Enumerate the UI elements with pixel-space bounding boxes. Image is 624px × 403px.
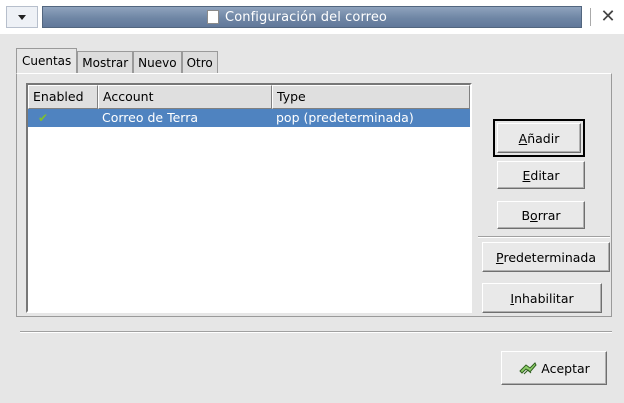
column-header-account[interactable]: Account xyxy=(98,85,272,109)
column-header-type[interactable]: Type xyxy=(272,85,470,109)
handshake-icon xyxy=(518,359,538,377)
column-header-enabled[interactable]: Enabled xyxy=(28,85,98,109)
edit-button-mnemonic: E xyxy=(522,167,531,183)
table-row[interactable]: ✔ Correo de Terra pop (predeterminada) xyxy=(28,109,470,127)
chevron-down-icon xyxy=(18,14,26,20)
window-title: Configuración del correo xyxy=(225,9,387,25)
add-button-mnemonic: A xyxy=(518,130,528,146)
set-default-button-mnemonic: P xyxy=(495,249,504,265)
set-default-button[interactable]: Predeterminada xyxy=(482,242,610,272)
resize-grip xyxy=(590,8,595,26)
accept-button[interactable]: Aceptar xyxy=(501,351,607,385)
account-cell: Correo de Terra xyxy=(102,110,198,125)
delete-button-mnemonic: o xyxy=(530,207,538,223)
add-button-label-suffix: ñadir xyxy=(527,130,560,146)
tab-bar: Cuentas Mostrar Nuevo Otro xyxy=(16,48,218,74)
disable-button-label-suffix: nhabilitar xyxy=(514,290,574,306)
accounts-table[interactable]: Enabled Account Type ✔ Correo de Terra p… xyxy=(26,83,472,313)
delete-button[interactable]: Bo rrar xyxy=(497,201,585,229)
accept-button-label: Aceptar xyxy=(541,360,590,376)
checkmark-icon: ✔ xyxy=(38,111,49,125)
table-header: Enabled Account Type xyxy=(28,85,470,109)
title-strip[interactable]: Configuración del correo xyxy=(42,6,582,28)
enabled-cell[interactable]: ✔ xyxy=(28,109,98,127)
set-default-button-label-suffix: redeterminada xyxy=(503,249,597,265)
tab-otro[interactable]: Otro xyxy=(181,51,218,73)
edit-button[interactable]: Editar xyxy=(497,161,585,189)
tab-nuevo[interactable]: Nuevo xyxy=(133,51,182,73)
dialog-separator xyxy=(20,331,612,333)
add-button[interactable]: Añadir xyxy=(497,123,581,153)
delete-button-label-suffix: rrar xyxy=(537,207,561,223)
document-icon xyxy=(207,10,220,24)
disable-button[interactable]: Inhabilitar xyxy=(482,283,602,313)
type-cell: pop (predeterminada) xyxy=(276,110,414,125)
window-menu-button[interactable] xyxy=(6,6,38,28)
tab-mostrar[interactable]: Mostrar xyxy=(77,51,134,73)
mail-settings-window: Configuración del correo ✕ Cuentas Mostr… xyxy=(0,0,624,403)
title-bar: Configuración del correo ✕ xyxy=(0,0,624,34)
button-separator xyxy=(478,236,610,238)
edit-button-label-suffix: ditar xyxy=(530,167,560,183)
tab-cuentas[interactable]: Cuentas xyxy=(16,48,78,74)
delete-button-label-prefix: B xyxy=(521,207,531,223)
close-icon[interactable]: ✕ xyxy=(598,6,618,28)
